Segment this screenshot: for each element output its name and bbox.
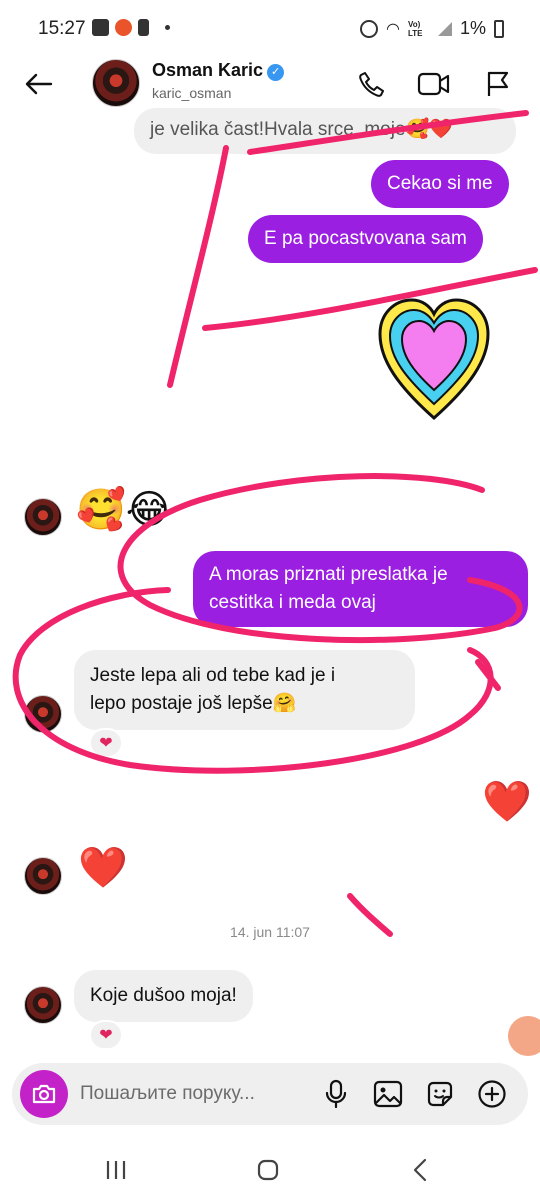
- heart-message-outgoing[interactable]: ❤️: [482, 780, 532, 824]
- heart-sticker[interactable]: [378, 296, 490, 424]
- plus-icon: [478, 1080, 506, 1108]
- chevron-left-icon: [413, 1158, 427, 1182]
- message-line: lepo postaje još lepše🤗: [90, 693, 297, 714]
- message-bubble-incoming[interactable]: Jeste lepa ali od tebe kad je i lepo pos…: [74, 650, 415, 730]
- sticker-icon: [427, 1081, 453, 1107]
- message-line: Jeste lepa ali od tebe kad je i: [90, 665, 336, 686]
- status-indicators: ◠ Vo) LTE 1%: [360, 18, 504, 39]
- chat-header: Osman Karic ✓ karic_osman: [0, 56, 540, 112]
- voice-message-button[interactable]: [318, 1076, 354, 1112]
- recent-apps-button[interactable]: [96, 1154, 136, 1186]
- wifi-icon: ◠: [386, 20, 400, 38]
- camera-button[interactable]: [20, 1070, 68, 1118]
- network-label: Vo) LTE: [407, 19, 423, 38]
- sender-avatar[interactable]: [24, 857, 62, 895]
- home-icon: [257, 1159, 279, 1181]
- video-icon: [417, 72, 450, 96]
- contact-name-row[interactable]: Osman Karic ✓: [152, 60, 285, 81]
- message-bubble-outgoing[interactable]: A moras priznati preslatka je cestitka i…: [193, 551, 528, 627]
- camera-icon: [32, 1084, 56, 1104]
- back-arrow-icon: [25, 73, 53, 95]
- flag-icon: [487, 71, 509, 96]
- gallery-icon: [373, 1080, 403, 1108]
- system-nav-bar: [0, 1140, 540, 1200]
- call-button[interactable]: [352, 64, 392, 104]
- phone-icon: [359, 72, 384, 97]
- message-composer: [12, 1063, 528, 1125]
- message-line: A moras priznati preslatka je: [209, 564, 448, 585]
- message-line: cestitka i meda ovaj: [209, 592, 376, 613]
- floating-video-bubble[interactable]: [508, 1016, 540, 1056]
- more-options-button[interactable]: [474, 1076, 510, 1112]
- heart-reaction-icon[interactable]: ❤: [89, 1020, 123, 1050]
- signal-icon: [437, 21, 452, 36]
- message-bubble-incoming[interactable]: Koje dušoo moja!: [74, 970, 253, 1022]
- message-input[interactable]: [80, 1080, 300, 1108]
- verified-badge-icon: ✓: [267, 64, 285, 81]
- sender-avatar[interactable]: [24, 498, 62, 536]
- status-time: 15:27: [38, 18, 86, 39]
- recent-apps-icon: [106, 1161, 126, 1179]
- message-bubble-outgoing[interactable]: Cekao si me: [371, 160, 509, 208]
- home-button[interactable]: [248, 1154, 288, 1186]
- app-notification-icon: [115, 19, 132, 36]
- message-timestamp: 14. jun 11:07: [230, 924, 310, 940]
- emoji-message[interactable]: 🥰😂: [76, 488, 173, 532]
- message-bubble-partial[interactable]: je velika čast!Hvala srce..moje🥰❤️: [134, 108, 516, 154]
- alert-notification-icon: [138, 19, 149, 36]
- gallery-button[interactable]: [370, 1076, 406, 1112]
- sender-avatar[interactable]: [24, 986, 62, 1024]
- contact-avatar[interactable]: [92, 59, 140, 107]
- message-bubble-outgoing[interactable]: E pa pocastvovana sam: [248, 215, 483, 263]
- sticker-button[interactable]: [422, 1076, 458, 1112]
- video-call-button[interactable]: [414, 64, 454, 104]
- sender-avatar[interactable]: [24, 695, 62, 733]
- image-notification-icon: [92, 19, 109, 36]
- contact-username[interactable]: karic_osman: [152, 85, 231, 101]
- heart-reaction-icon[interactable]: ❤: [89, 728, 123, 758]
- contact-name[interactable]: Osman Karic: [152, 60, 263, 80]
- system-back-button[interactable]: [400, 1154, 440, 1186]
- battery-icon: [494, 19, 504, 38]
- microphone-icon: [325, 1079, 347, 1109]
- notification-icons: [92, 19, 170, 36]
- heart-message-incoming[interactable]: ❤️: [78, 846, 128, 890]
- alarm-icon: [360, 19, 379, 38]
- report-button[interactable]: [478, 64, 518, 104]
- status-bar: 15:27 ◠ Vo) LTE 1%: [0, 0, 540, 56]
- battery-percent: 1%: [459, 18, 486, 38]
- back-button[interactable]: [18, 64, 58, 104]
- more-notifications-dot-icon: [165, 25, 170, 30]
